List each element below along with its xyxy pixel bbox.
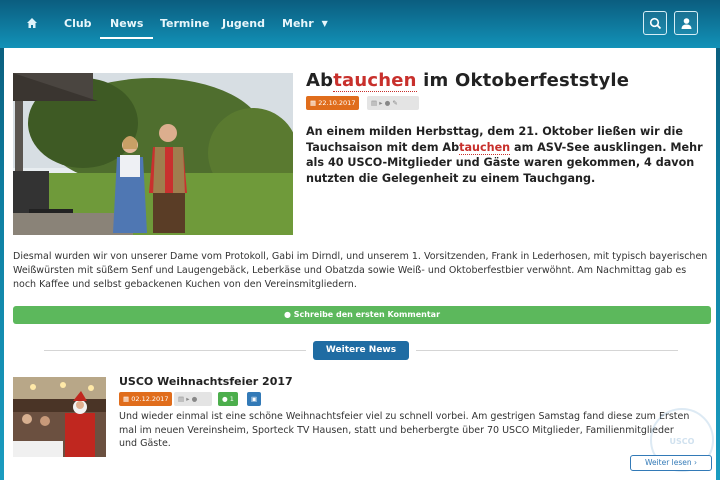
read-more-button[interactable]: Weiter lesen › bbox=[630, 455, 712, 471]
top-navbar: Club News Termine Jugend Mehr ▼ bbox=[0, 0, 720, 48]
nav-jugend[interactable]: Jugend bbox=[222, 0, 265, 48]
title-highlight: tauchen bbox=[333, 70, 417, 92]
article-photo[interactable] bbox=[13, 73, 293, 235]
gallery-badge[interactable]: ▣ bbox=[247, 392, 262, 406]
comment-icon-small: ● bbox=[222, 395, 228, 403]
article-title[interactable]: Abtauchen im Oktoberfeststyle bbox=[306, 70, 630, 92]
nav-club[interactable]: Club bbox=[64, 0, 92, 48]
image-icon: ▣ bbox=[251, 395, 258, 403]
comment-count: 1 bbox=[229, 395, 234, 403]
divider-right bbox=[416, 350, 678, 351]
chevron-down-icon: ▼ bbox=[321, 19, 328, 28]
home-icon[interactable] bbox=[26, 17, 38, 29]
user-button[interactable] bbox=[674, 11, 698, 35]
article-body: Diesmal wurden wir von unserer Dame vom … bbox=[13, 251, 708, 290]
calendar-icon: ▦ bbox=[310, 99, 317, 107]
meta-badge: ▤ ▸ ● ✎ bbox=[367, 96, 419, 110]
lead-highlight: tauchen bbox=[459, 140, 511, 155]
comment-icon: ● bbox=[283, 310, 291, 319]
content-area: Abtauchen im Oktoberfeststyle ▦ 22.10.20… bbox=[4, 48, 716, 480]
nav-termine[interactable]: Termine bbox=[160, 0, 209, 48]
search-icon bbox=[649, 17, 662, 30]
nav-mehr[interactable]: Mehr ▼ bbox=[282, 0, 328, 48]
article-lead: An einem milden Herbsttag, dem 21. Oktob… bbox=[306, 124, 706, 186]
chevron-right-icon: › bbox=[694, 458, 698, 467]
category-icon: ▤ bbox=[371, 99, 378, 107]
nav-mehr-label: Mehr bbox=[282, 17, 314, 30]
user-small-icon: ● bbox=[384, 99, 391, 107]
user-small-icon-2: ● bbox=[191, 395, 198, 403]
edit-icon: ✎ bbox=[392, 99, 398, 107]
search-button[interactable] bbox=[643, 11, 667, 35]
title-prefix: Ab bbox=[306, 70, 334, 91]
date-badge: ▦ 22.10.2017 bbox=[306, 96, 360, 110]
date-badge-small: ▦ 02.12.2017 bbox=[119, 392, 173, 406]
cursor-icon: ▸ bbox=[379, 99, 383, 107]
more-news-button[interactable]: Weitere News bbox=[313, 341, 409, 360]
comment-count-badge[interactable]: ● 1 bbox=[218, 392, 238, 406]
title-suffix: im Oktoberfeststyle bbox=[416, 70, 630, 91]
cursor-icon-small: ▸ bbox=[186, 395, 190, 403]
category-icon-small: ▤ bbox=[178, 395, 185, 403]
date-text: 22.10.2017 bbox=[318, 99, 356, 107]
article-title-small[interactable]: USCO Weihnachtsfeier 2017 bbox=[119, 375, 293, 388]
calendar-icon-small: ▦ bbox=[123, 395, 130, 403]
write-comment-button[interactable]: ● Schreibe den ersten Kommentar bbox=[13, 306, 711, 324]
divider-left bbox=[44, 350, 306, 351]
nav-news[interactable]: News bbox=[99, 0, 154, 48]
article-text-small: Und wieder einmal ist eine schöne Weihna… bbox=[119, 411, 690, 449]
comment-label: Schreibe den ersten Kommentar bbox=[293, 310, 441, 319]
read-more-label: Weiter lesen bbox=[644, 458, 692, 467]
page-frame: Club News Termine Jugend Mehr ▼ Abtauche… bbox=[0, 0, 720, 480]
user-icon bbox=[681, 18, 692, 29]
meta-badge-small: ▤ ▸ ● bbox=[174, 392, 212, 406]
article-photo-small[interactable] bbox=[13, 377, 106, 457]
date-text-small: 02.12.2017 bbox=[131, 395, 169, 403]
